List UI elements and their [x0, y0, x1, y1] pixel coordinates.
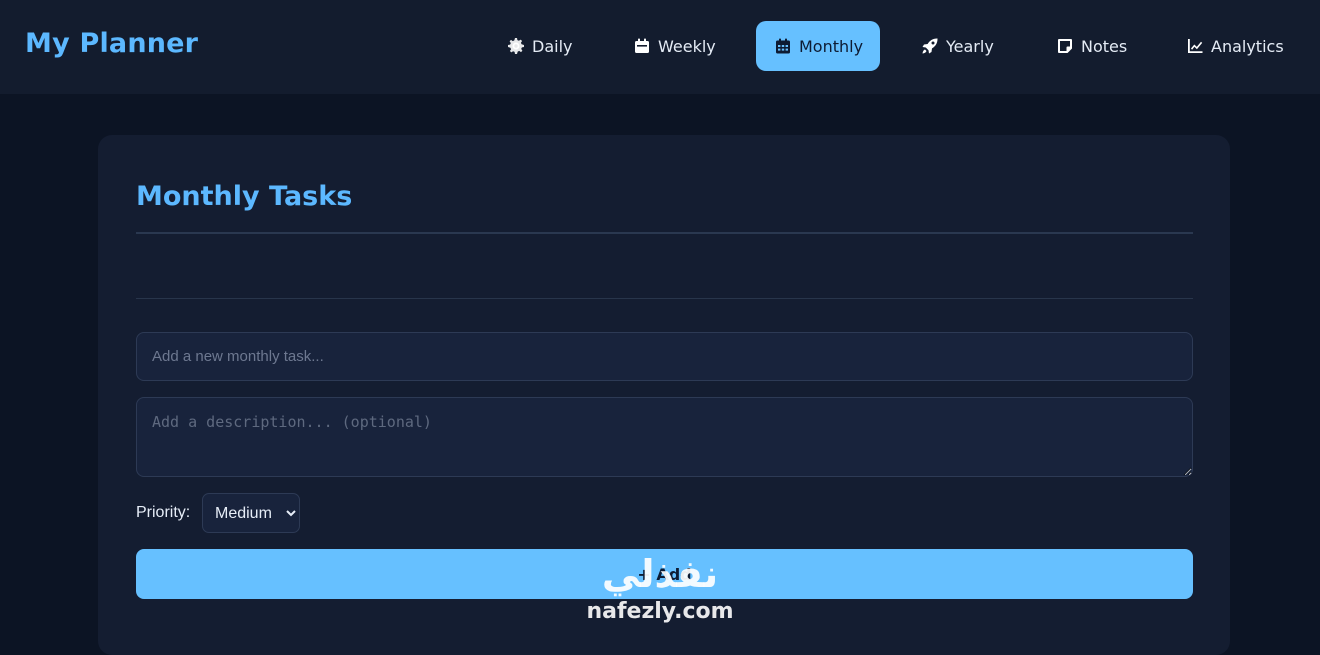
calendar-day-icon	[635, 38, 649, 53]
nav-label-daily: Daily	[532, 36, 573, 56]
title-divider	[136, 232, 1193, 234]
priority-select[interactable]: Medium	[202, 493, 300, 533]
nav-label-weekly: Weekly	[658, 36, 716, 56]
nav-tab-analytics[interactable]: Analytics	[1168, 21, 1303, 71]
nav-label-monthly: Monthly	[799, 36, 864, 56]
line-chart-icon	[1188, 39, 1203, 53]
add-task-button[interactable]: + Add	[136, 549, 1193, 599]
nav-tab-yearly[interactable]: Yearly	[903, 21, 1013, 71]
rocket-icon	[922, 38, 938, 54]
priority-label: Priority:	[136, 504, 191, 521]
top-navigation-bar: My Planner Daily Weekly Monthly Yearly N…	[0, 0, 1320, 94]
nav-label-yearly: Yearly	[946, 36, 994, 56]
page-title: Monthly Tasks	[136, 181, 353, 212]
sticky-note-icon	[1058, 39, 1072, 53]
gear-icon	[508, 38, 524, 54]
task-description-input[interactable]	[136, 397, 1193, 477]
nav-label-analytics: Analytics	[1211, 36, 1284, 56]
nav-tab-weekly[interactable]: Weekly	[615, 21, 735, 71]
nav-tab-monthly[interactable]: Monthly	[756, 21, 880, 71]
nav-label-notes: Notes	[1081, 36, 1128, 56]
monthly-tasks-card: Monthly Tasks Priority: Medium + Add	[98, 135, 1230, 655]
nav-tab-daily[interactable]: Daily	[489, 21, 591, 71]
task-list-divider	[136, 298, 1193, 299]
task-title-input[interactable]	[136, 332, 1193, 381]
calendar-grid-icon	[776, 38, 790, 54]
main-nav: Daily Weekly Monthly Yearly Notes Analyt…	[0, 21, 1320, 71]
nav-tab-notes[interactable]: Notes	[1038, 21, 1146, 71]
